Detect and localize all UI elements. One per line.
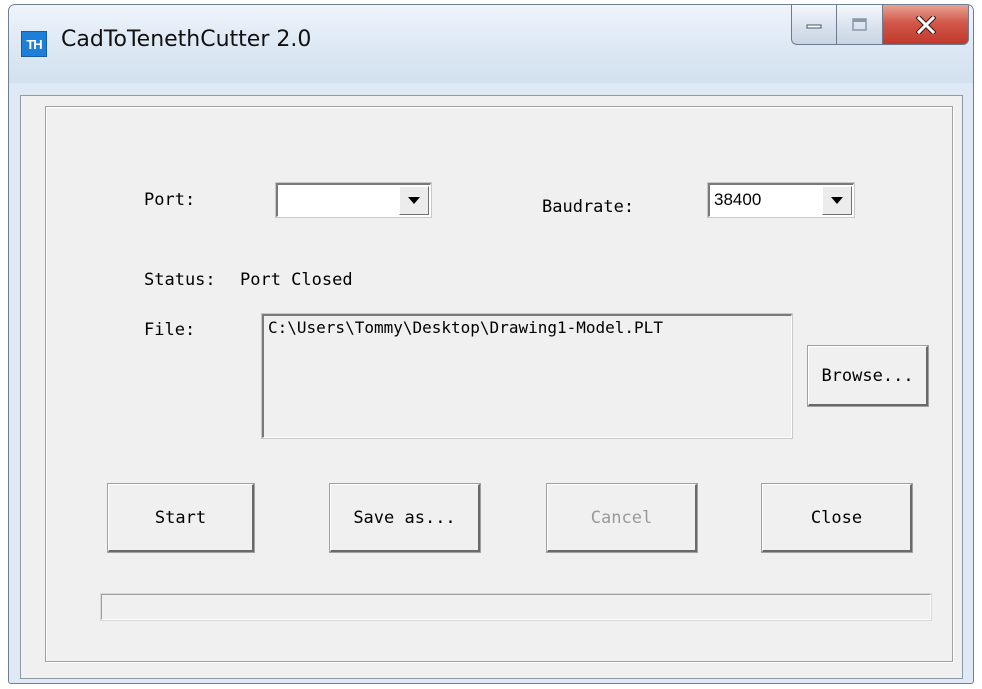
app-window: TH CadToTenethCutter 2.0 Port: Baudrate:… bbox=[8, 4, 974, 684]
minimize-icon bbox=[806, 24, 822, 28]
title-bar[interactable]: TH CadToTenethCutter 2.0 bbox=[9, 5, 973, 83]
settings-group: Port: Baudrate: 38400 Status: Port Close… bbox=[45, 106, 953, 662]
maximize-button[interactable] bbox=[837, 5, 883, 45]
close-button[interactable]: Close bbox=[761, 483, 913, 553]
app-logo-icon: TH bbox=[21, 31, 47, 57]
chevron-down-icon bbox=[831, 197, 843, 204]
start-button[interactable]: Start bbox=[107, 483, 255, 553]
status-label: Status: bbox=[144, 270, 216, 290]
progress-bar bbox=[100, 593, 932, 621]
file-label: File: bbox=[144, 320, 196, 340]
chevron-down-icon bbox=[408, 197, 420, 204]
save-as-button[interactable]: Save as... bbox=[329, 483, 481, 553]
baudrate-dropdown-button[interactable] bbox=[822, 186, 852, 215]
browse-button[interactable]: Browse... bbox=[807, 345, 929, 407]
close-icon bbox=[915, 15, 936, 34]
maximize-icon bbox=[851, 17, 867, 31]
baudrate-label: Baudrate: bbox=[542, 197, 635, 217]
baudrate-value: 38400 bbox=[714, 190, 762, 209]
minimize-button[interactable] bbox=[791, 5, 837, 45]
port-label: Port: bbox=[144, 190, 196, 210]
client-area: Port: Baudrate: 38400 Status: Port Close… bbox=[20, 95, 963, 679]
file-path-field[interactable]: C:\Users\Tommy\Desktop\Drawing1-Model.PL… bbox=[261, 313, 793, 439]
baudrate-select[interactable]: 38400 bbox=[707, 182, 855, 218]
port-dropdown-button[interactable] bbox=[399, 186, 429, 215]
window-title: CadToTenethCutter 2.0 bbox=[61, 27, 312, 52]
port-select[interactable] bbox=[275, 182, 432, 218]
status-value: Port Closed bbox=[240, 270, 353, 290]
window-close-button[interactable] bbox=[883, 5, 969, 45]
cancel-button: Cancel bbox=[546, 483, 698, 553]
caption-buttons bbox=[791, 5, 969, 47]
